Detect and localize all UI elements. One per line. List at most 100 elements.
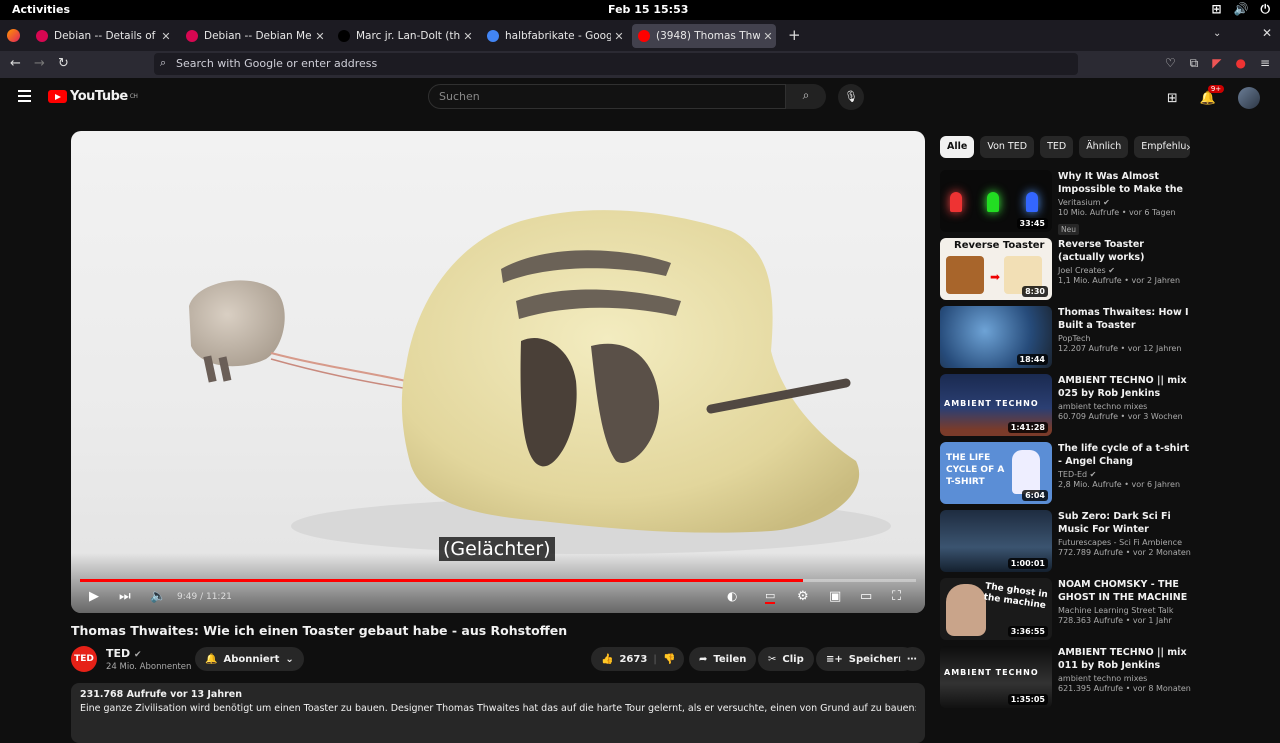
pocket-icon[interactable]: ♡ — [1165, 56, 1176, 71]
voice-search-button[interactable]: 🎙 — [838, 84, 864, 110]
menu-icon[interactable]: ≡ — [1260, 56, 1270, 71]
channel-name[interactable]: TED — [106, 647, 130, 660]
description-box[interactable]: 231.768 Aufrufe vor 13 Jahren Eine ganze… — [71, 683, 925, 743]
chip-1[interactable]: Alle — [940, 136, 975, 158]
channel-avatar[interactable]: TED — [71, 646, 97, 672]
video-thumbnail[interactable]: Reverse Toaster ➡ 8:30 — [940, 238, 1052, 300]
tab-3[interactable]: Marc jr. Lan-Dolt (they/them)✕ — [332, 24, 476, 48]
recommendation-item[interactable]: AMBIENT TECHNO 1:35:05 AMBIENT TECHNO || m… — [940, 646, 1191, 708]
ublock-icon[interactable]: ● — [1235, 56, 1245, 71]
extensions-icon[interactable]: ⧉ — [1190, 56, 1199, 71]
recommendation-item[interactable]: Reverse Toaster ➡ 8:30 Reverse Toaster (act… — [940, 238, 1190, 300]
url-bar[interactable]: ⌕ Search with Google or enter address — [154, 53, 1078, 75]
forward-icon[interactable]: → — [34, 56, 45, 71]
like-icon[interactable]: 👍 — [601, 654, 613, 665]
back-icon[interactable]: ← — [10, 56, 21, 71]
tab-5[interactable]: (3948) Thomas Thwaites✕ — [632, 24, 776, 48]
avatar[interactable] — [1238, 87, 1260, 109]
fullscreen-icon[interactable]: ⛶ — [892, 589, 901, 604]
reload-icon[interactable]: ↻ — [58, 56, 69, 71]
recommendation-channel[interactable]: TED-Ed — [1058, 470, 1087, 479]
recommendation-title[interactable]: The life cycle of a t-shirt - Angel Chan… — [1058, 442, 1194, 468]
tab-close-icon[interactable]: ✕ — [312, 30, 328, 43]
recommendation-item[interactable]: 1:00:01 Sub Zero: Dark Sci Fi Music For W… — [940, 510, 1191, 572]
system-clock[interactable]: Feb 15 15:53 — [608, 3, 688, 16]
video-thumbnail[interactable]: 33:45 — [940, 170, 1052, 232]
dislike-icon[interactable]: 👎 — [663, 654, 675, 665]
video-thumbnail[interactable]: 18:44 — [940, 306, 1052, 368]
create-icon[interactable]: ⊞ — [1167, 91, 1178, 106]
chip-4[interactable]: Ähnlich — [1079, 136, 1129, 158]
recommendation-item[interactable]: The ghost in the machine 3:36:55 NOAM CHOM… — [940, 578, 1190, 640]
tab-list-chevron-icon[interactable]: ⌄ — [1213, 28, 1221, 39]
recommendation-channel[interactable]: Veritasium — [1058, 198, 1101, 207]
duration-badge: 33:45 — [1016, 218, 1048, 229]
firefox-icon[interactable] — [7, 29, 20, 42]
recommendation-channel[interactable]: Machine Learning Street Talk — [1058, 606, 1173, 615]
youtube-header: YouTube CH Suchen ⌕ 🎙 ⊞ 🔔 9+ — [0, 78, 1280, 116]
chip-3[interactable]: TED — [1040, 136, 1074, 158]
duration-badge: 18:44 — [1016, 354, 1048, 365]
clip-button[interactable]: ✂ Clip — [758, 647, 814, 671]
recommendation-title[interactable]: AMBIENT TECHNO || mix 011 by Rob Jenkins — [1058, 646, 1194, 672]
tab-close-icon[interactable]: ✕ — [611, 30, 627, 43]
tab-close-icon[interactable]: ✕ — [760, 30, 776, 43]
subscribe-button[interactable]: 🔔 Abonniert ⌄ — [195, 647, 304, 671]
video-thumbnail[interactable]: 1:00:01 — [940, 510, 1052, 572]
recommendation-title[interactable]: Why It Was Almost Impossible to Make the… — [1058, 170, 1194, 196]
recommendation-channel[interactable]: ambient techno mixes — [1058, 402, 1147, 411]
system-tray[interactable]: ⊞ 🔊 ⏻ — [1211, 2, 1270, 17]
share-button[interactable]: ➦ Teilen — [689, 647, 757, 671]
subtitles-icon[interactable]: ▭ — [765, 589, 776, 604]
recommendation-channel[interactable]: Joel Creates — [1058, 266, 1106, 275]
search-input[interactable]: Suchen — [428, 84, 786, 109]
menu-icon[interactable] — [18, 90, 31, 102]
tab-close-icon[interactable]: ✕ — [460, 30, 476, 43]
tab-2[interactable]: Debian -- Debian Med ✕ — [180, 24, 328, 48]
video-player[interactable]: (Gelächter) ▶ ⏭ 🔈 9:49 / 11:21 ◐ ▭ ⚙ ▣ ▭… — [71, 131, 925, 613]
window-close-icon[interactable]: ✕ — [1262, 26, 1272, 40]
recommendation-channel[interactable]: ambient techno mixes — [1058, 674, 1147, 683]
chip-2[interactable]: Von TED — [980, 136, 1035, 158]
like-count[interactable]: 2673 — [619, 654, 647, 665]
video-thumbnail[interactable]: THE LIFE CYCLE OF A T-SHIRT 6:04 — [940, 442, 1052, 504]
tab-close-icon[interactable]: ✕ — [158, 30, 174, 43]
tab-4[interactable]: halbfabrikate - Google Suche✕ — [481, 24, 627, 48]
theater-mode-icon[interactable]: ▭ — [860, 589, 872, 604]
recommendation-item[interactable]: AMBIENT TECHNO 1:41:28 AMBIENT TECHNO || m… — [940, 374, 1190, 436]
video-thumbnail[interactable]: AMBIENT TECHNO 1:35:05 — [940, 646, 1052, 708]
recommendation-title[interactable]: Reverse Toaster (actually works) — [1058, 238, 1194, 264]
next-icon[interactable]: ⏭ — [119, 589, 131, 604]
recommendation-channel[interactable]: Futurescapes - Sci Fi Ambience — [1058, 538, 1182, 547]
settings-gear-icon[interactable]: ⚙ — [797, 589, 809, 604]
recommendation-item[interactable]: 18:44 Thomas Thwaites: How I Built a Toas… — [940, 306, 1190, 368]
more-actions-button[interactable]: ⋯ — [900, 647, 925, 671]
recommendation-item[interactable]: 33:45 Why It Was Almost Impossible to Mak… — [940, 170, 1190, 235]
video-thumbnail[interactable]: The ghost in the machine 3:36:55 — [940, 578, 1052, 640]
video-thumbnail[interactable]: AMBIENT TECHNO 1:41:28 — [940, 374, 1052, 436]
search-button[interactable]: ⌕ — [786, 84, 826, 109]
progress-bar[interactable] — [80, 579, 916, 582]
youtube-logo[interactable]: YouTube CH — [48, 89, 138, 104]
channel-info[interactable]: TED TED ✔ 24 Mio. Abonnenten — [71, 646, 191, 672]
autoplay-toggle[interactable]: ◐ — [727, 589, 737, 603]
recommendation-title[interactable]: Thomas Thwaites: How I Built a Toaster — [1058, 306, 1194, 332]
chip-5[interactable]: Empfehlu — [1134, 136, 1191, 158]
recommendation-title[interactable]: Sub Zero: Dark Sci Fi Music For Winter R… — [1058, 510, 1194, 536]
search-icon: ⌕ — [802, 88, 810, 102]
play-icon[interactable]: ▶ — [89, 589, 99, 604]
miniplayer-icon[interactable]: ▣ — [829, 589, 841, 604]
pdf-icon[interactable]: ◤ — [1212, 56, 1221, 71]
new-tab-icon[interactable]: + — [788, 26, 801, 44]
recommendation-item[interactable]: THE LIFE CYCLE OF A T-SHIRT 6:04 The life … — [940, 442, 1190, 504]
progress-fill — [80, 579, 804, 582]
volume-icon[interactable]: 🔈 — [150, 589, 166, 604]
notifications-icon[interactable]: 🔔 9+ — [1200, 84, 1225, 106]
activities-button[interactable]: Activities — [12, 3, 70, 16]
logo-text: YouTube — [70, 89, 128, 104]
tab-1[interactable]: Debian -- Details of package✕ — [30, 24, 174, 48]
recommendation-title[interactable]: NOAM CHOMSKY - THE GHOST IN THE MACHINE — [1058, 578, 1194, 604]
recommendation-channel[interactable]: PopTech — [1058, 334, 1090, 343]
recommendation-title[interactable]: AMBIENT TECHNO || mix 025 by Rob Jenkins — [1058, 374, 1194, 400]
chevron-right-icon[interactable]: › — [1186, 140, 1191, 154]
